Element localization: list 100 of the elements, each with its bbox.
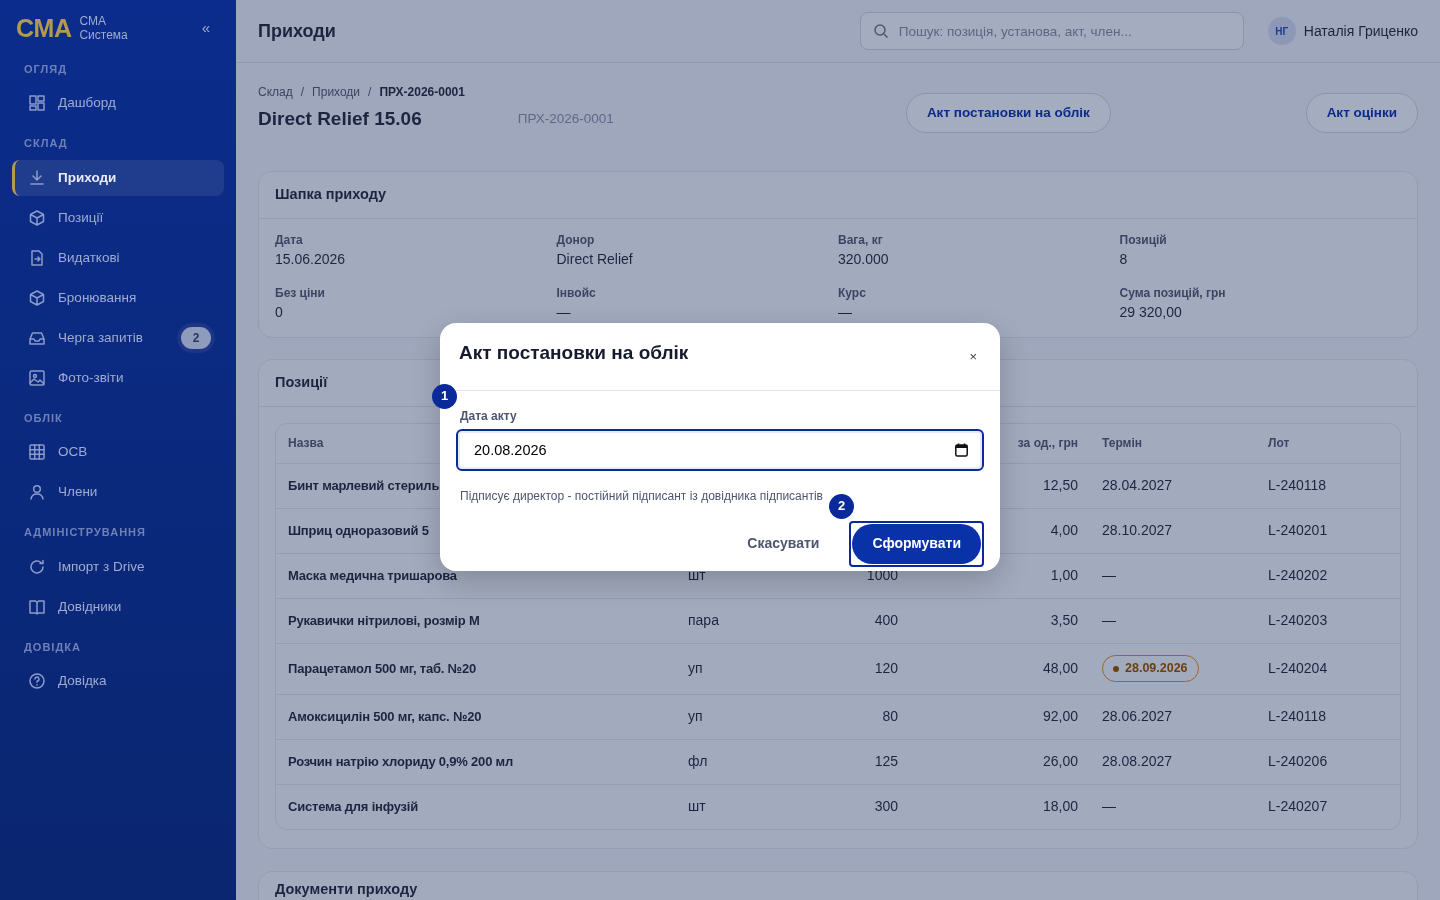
document-icon — [28, 248, 46, 267]
cancel-button[interactable]: Скасувати — [741, 532, 826, 555]
table-cell: 18,00 — [1042, 798, 1078, 814]
collapse-button[interactable]: « — [195, 17, 216, 40]
sidebar-item[interactable]: Бронювання — [12, 279, 224, 316]
book-icon — [28, 597, 46, 616]
table-cell: пара — [688, 612, 719, 628]
sidebar-item[interactable]: Члени — [12, 474, 224, 511]
sidebar-item[interactable]: Імпорт з Drive — [12, 548, 224, 585]
table-cell: Бинт марлевий стериль — [288, 477, 440, 493]
field-value: 29 320,00 — [1119, 302, 1183, 322]
date-field[interactable]: 20.08.2026 — [472, 430, 955, 469]
table-cell: 48,00 — [1042, 660, 1078, 676]
table-cell: шт — [688, 567, 706, 583]
table-cell: L-240206 — [1268, 753, 1328, 769]
column-header: Назва — [288, 436, 324, 450]
table-cell: Маска медична тришарова — [288, 567, 457, 583]
table-cell: — — [1102, 798, 1116, 814]
dashboard-icon — [28, 94, 46, 113]
action-button[interactable]: Акт постановки на облік — [905, 93, 1111, 133]
sidebar-item[interactable]: Фото-звіти — [12, 359, 224, 396]
cube-icon — [28, 208, 46, 227]
breadcrumb-separator: / — [368, 84, 372, 101]
table-cell: 28.08.2027 — [1102, 753, 1173, 769]
submit-button[interactable]: Сформувати — [852, 523, 981, 564]
sidebar-item[interactable]: Дашборд — [12, 85, 224, 122]
table-cell: L-240201 — [1268, 522, 1328, 538]
table-cell: Система для інфузій — [288, 798, 419, 814]
field-value: — — [556, 302, 572, 322]
search-field[interactable]: Пошук: позиція, установа, акт, член... — [859, 12, 1244, 50]
table-cell: 80 — [882, 708, 898, 724]
table-cell: L-240203 — [1268, 612, 1328, 628]
field-label: Без ціни — [275, 284, 326, 302]
section-heading: СКЛАД — [23, 136, 69, 152]
sidebar-item[interactable]: Черга запитів 2 — [12, 319, 224, 356]
table-cell: L-240118 — [1268, 708, 1327, 724]
table-cell: 28.10.2027 — [1102, 522, 1173, 538]
field-value: 320.000 — [838, 249, 890, 269]
logo: CMA — [16, 15, 72, 41]
sidebar-item[interactable]: Довідка — [12, 663, 224, 700]
user-avatar[interactable]: НГ — [1267, 17, 1296, 45]
sidebar-item[interactable]: Видаткові — [12, 239, 224, 276]
sidebar-item[interactable]: Приходи — [12, 159, 224, 196]
card-title: Шапка приходу — [259, 172, 1417, 219]
field-label: Інвойс — [556, 284, 597, 302]
download-icon — [28, 168, 46, 187]
page-heading: Приходи — [258, 19, 336, 43]
calendar-icon[interactable] — [955, 442, 968, 457]
sidebar-item[interactable]: Позиції — [12, 199, 224, 236]
breadcrumb-link[interactable]: Склад — [258, 83, 293, 101]
image-icon — [28, 368, 46, 387]
field-value: 8 — [1119, 249, 1129, 269]
sidebar-item[interactable]: ОСВ — [12, 434, 224, 471]
table-cell: L-240207 — [1268, 798, 1328, 814]
column-header: Лот — [1268, 436, 1290, 450]
step-marker: 2 — [829, 493, 854, 519]
table-cell: 125 — [874, 753, 898, 769]
table-cell: — — [1102, 612, 1116, 628]
field-label: Вага, кг — [838, 231, 884, 249]
user-name: Наталія Гриценко — [1303, 21, 1418, 41]
breadcrumb-link[interactable]: Приходи — [312, 83, 361, 101]
field-label: Дата акту — [459, 407, 518, 425]
receipt-code: ПРХ-2026-0001 — [516, 110, 614, 128]
step-marker: 1 — [432, 383, 457, 409]
page-title: Direct Relief 15.06 — [258, 107, 422, 131]
column-header: за од., грн — [1017, 436, 1078, 450]
table-cell: 400 — [874, 612, 898, 628]
table-cell: 300 — [874, 798, 898, 814]
field-value: Direct Relief — [556, 249, 634, 269]
field-value: — — [838, 302, 853, 322]
table-cell: Шприц одноразовий 5 — [288, 522, 429, 538]
search-icon — [872, 23, 889, 39]
section-heading: ДОВІДКА — [23, 639, 82, 655]
grid-icon — [28, 443, 46, 462]
table-cell: L-240118 — [1268, 477, 1327, 493]
field-value: 15.06.2026 — [275, 249, 347, 269]
sidebar-item[interactable]: Довідники — [12, 588, 224, 625]
action-button[interactable]: Акт оцінки — [1305, 93, 1418, 133]
section-heading: ОБЛІК — [23, 410, 64, 426]
table-cell: L-240202 — [1268, 567, 1328, 583]
table-cell: 12,50 — [1042, 477, 1078, 493]
table-cell: Розчин натрію хлориду 0,9% 200 мл — [288, 753, 514, 769]
section-heading: ОГЛЯД — [23, 61, 68, 77]
table-cell: уп — [688, 708, 703, 724]
table-cell: L-240204 — [1268, 660, 1328, 676]
field-label: Донор — [556, 231, 596, 249]
field-label: Сума позицій, грн — [1119, 284, 1227, 302]
card-title: Документи приходу — [274, 879, 419, 898]
table-cell: фл — [688, 753, 708, 769]
cube-icon — [28, 288, 46, 307]
section-heading: АДМІНІСТРУВАННЯ — [23, 525, 147, 541]
date-field[interactable]: 20.08.2026 — [456, 428, 984, 471]
table-cell: — — [1102, 567, 1116, 583]
table-cell: 92,00 — [1042, 708, 1078, 724]
field-value: 0 — [275, 302, 284, 322]
hint-text: Підписує директор - постійний підписант із довідника підписантів — [459, 487, 824, 505]
table-cell: уп — [688, 660, 703, 676]
table-cell: Рукавички нітрилові, розмір M — [288, 612, 480, 628]
field-label: Курс — [838, 284, 867, 302]
search-field[interactable]: Пошук: позиція, установа, акт, член... — [896, 13, 1231, 49]
